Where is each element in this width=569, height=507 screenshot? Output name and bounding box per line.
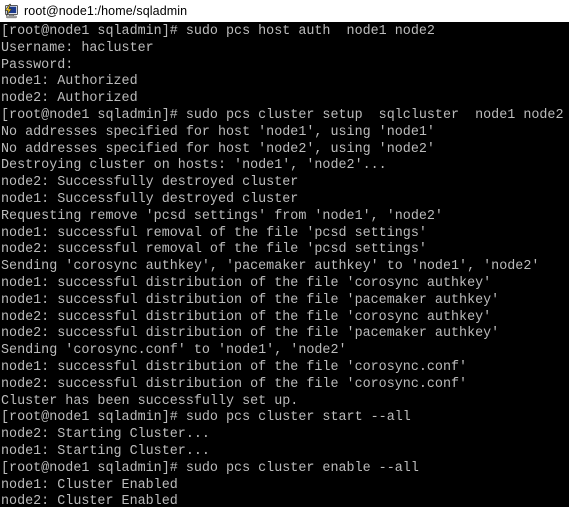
window-titlebar[interactable]: root@node1:/home/sqladmin	[0, 0, 569, 22]
terminal-line: node2: successful distribution of the fi…	[1, 326, 500, 342]
terminal-line: node2: Cluster Enabled	[1, 494, 178, 507]
terminal-line: node2: successful distribution of the fi…	[1, 309, 492, 325]
terminal-line: No addresses specified for host 'node2',…	[1, 141, 435, 157]
terminal-line: Sending 'corosync authkey', 'pacemaker a…	[1, 259, 540, 275]
window-title-text: root@node1:/home/sqladmin	[24, 4, 188, 18]
terminal-line: node1: successful distribution of the fi…	[1, 275, 492, 291]
terminal-line: [root@node1 sqladmin]# sudo pcs cluster …	[1, 410, 411, 426]
terminal-line: [root@node1 sqladmin]# sudo pcs cluster …	[1, 107, 564, 123]
terminal-line: [root@node1 sqladmin]# sudo pcs cluster …	[1, 460, 419, 476]
terminal-line: node2: Successfully destroyed cluster	[1, 175, 299, 191]
terminal-line: Username: hacluster	[1, 40, 154, 56]
terminal-line: No addresses specified for host 'node1',…	[1, 124, 435, 140]
terminal-line: node2: Authorized	[1, 91, 138, 107]
putty-terminal-icon	[4, 3, 18, 18]
terminal-line: node1: Authorized	[1, 74, 138, 90]
terminal-line: Sending 'corosync.conf' to 'node1', 'nod…	[1, 343, 347, 359]
terminal-line: node1: Successfully destroyed cluster	[1, 191, 299, 207]
terminal-line: Destroying cluster on hosts: 'node1', 'n…	[1, 158, 387, 174]
terminal-line: Cluster has been successfully set up.	[1, 393, 299, 409]
terminal-line: node1: successful distribution of the fi…	[1, 359, 468, 375]
terminal-line: node2: Starting Cluster...	[1, 427, 210, 443]
terminal-line: [root@node1 sqladmin]# sudo pcs host aut…	[1, 24, 435, 39]
terminal-line: node1: Cluster Enabled	[1, 477, 178, 493]
terminal-line: Password:	[1, 57, 74, 73]
terminal-line: node1: Starting Cluster...	[1, 443, 210, 459]
terminal-line: node1: successful distribution of the fi…	[1, 292, 500, 308]
terminal-line: node2: successful removal of the file 'p…	[1, 242, 427, 258]
terminal-line: node2: successful distribution of the fi…	[1, 376, 468, 392]
terminal-line: Requesting remove 'pcsd settings' from '…	[1, 208, 443, 224]
terminal-line: node1: successful removal of the file 'p…	[1, 225, 427, 241]
putty-terminal-window: root@node1:/home/sqladmin [root@node1 sq…	[0, 0, 569, 507]
terminal-output: [root@node1 sqladmin]# sudo pcs host aut…	[1, 24, 569, 507]
terminal-screen[interactable]: [root@node1 sqladmin]# sudo pcs host aut…	[0, 22, 569, 507]
